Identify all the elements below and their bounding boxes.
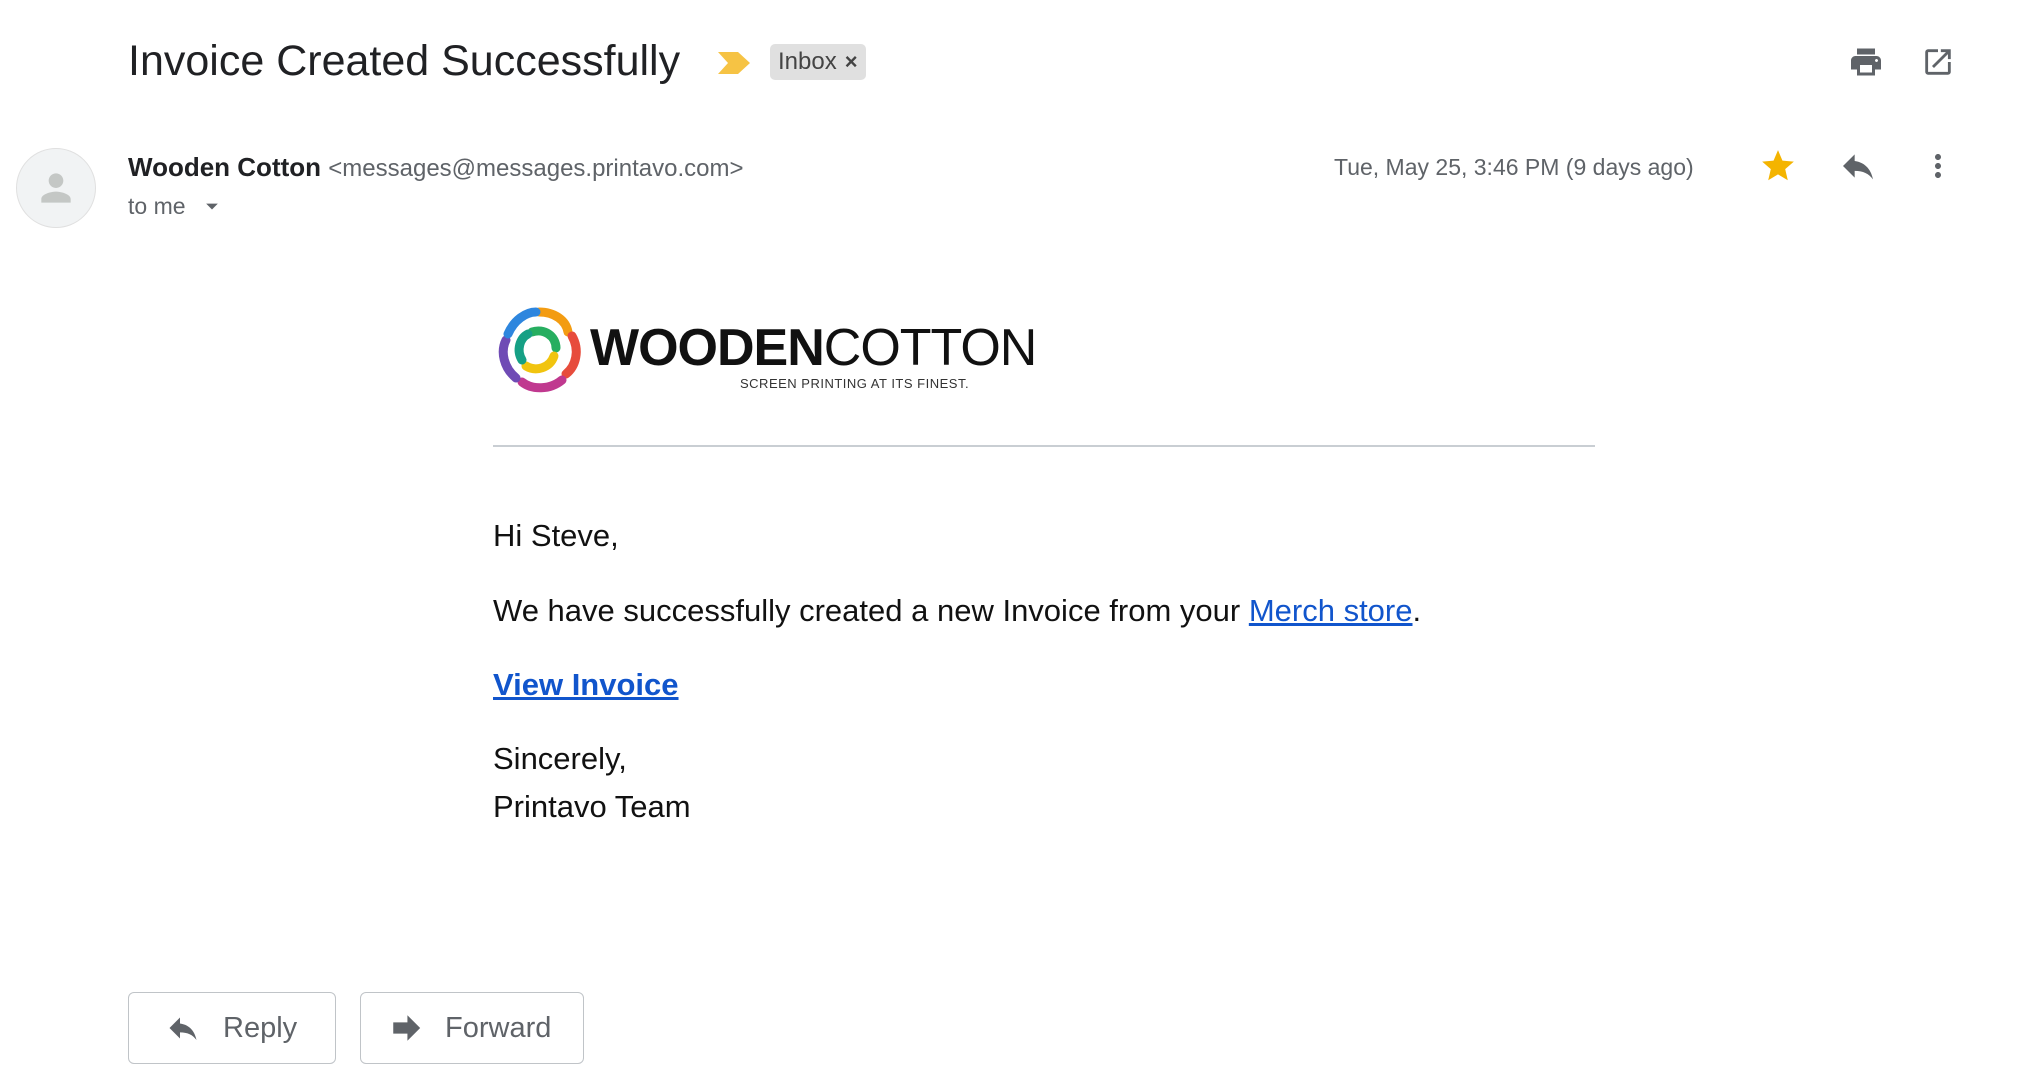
merch-store-link[interactable]: Merch store — [1249, 593, 1413, 628]
sender-name[interactable]: Wooden Cotton — [128, 152, 321, 182]
recipient-text: to me — [128, 193, 186, 219]
importance-marker-icon[interactable] — [716, 48, 752, 78]
signature: Printavo Team — [493, 789, 691, 824]
reply-icon[interactable] — [1836, 144, 1880, 188]
inbox-label-text: Inbox — [778, 48, 837, 75]
message-suffix: . — [1412, 593, 1422, 628]
more-vert-icon[interactable] — [1916, 144, 1960, 188]
logo-wordmark: WOODENCOTTON — [590, 319, 1038, 377]
logo-tagline: SCREEN PRINTING AT ITS FINEST. — [740, 376, 970, 391]
reply-button-label: Reply — [223, 1011, 298, 1044]
logo-mark-icon — [498, 307, 581, 393]
body-divider — [493, 445, 1595, 447]
email-subject: Invoice Created Successfully — [128, 37, 681, 85]
avatar-icon — [41, 173, 71, 203]
company-logo: WOODENCOTTON SCREEN PRINTING AT ITS FINE… — [492, 300, 1037, 400]
reply-button[interactable]: Reply — [128, 992, 336, 1064]
forward-button-label: Forward — [445, 1011, 552, 1044]
message-line: We have successfully created a new Invoi… — [493, 588, 1421, 634]
inbox-label-chip: Inbox × — [770, 44, 866, 80]
greeting: Hi Steve, — [493, 518, 619, 553]
dropdown-arrow-icon — [205, 203, 218, 210]
open-in-new-window-icon[interactable] — [1916, 40, 1960, 84]
email-date: Tue, May 25, 3:46 PM (9 days ago) — [1334, 154, 1694, 180]
forward-button[interactable]: Forward — [360, 992, 584, 1064]
reply-icon — [169, 1017, 197, 1040]
closing: Sincerely, — [493, 741, 627, 776]
remove-label-button[interactable]: × — [845, 49, 858, 75]
recipient-details-toggle[interactable]: to me — [128, 190, 226, 222]
sender-avatar[interactable] — [16, 148, 96, 228]
star-icon[interactable] — [1756, 144, 1800, 188]
view-invoice-link[interactable]: View Invoice — [493, 667, 679, 702]
print-icon[interactable] — [1844, 40, 1888, 84]
view-invoice-line: View Invoice — [493, 662, 679, 708]
forward-icon — [393, 1015, 421, 1041]
message-prefix: We have successfully created a new Invoi… — [493, 593, 1249, 628]
logo-word-bold: WOODEN — [590, 319, 825, 377]
sender-email: <messages@messages.printavo.com> — [328, 155, 744, 182]
sender-line: Wooden Cotton <messages@messages.printav… — [128, 150, 743, 186]
logo-word-light: COTTON — [823, 319, 1038, 377]
